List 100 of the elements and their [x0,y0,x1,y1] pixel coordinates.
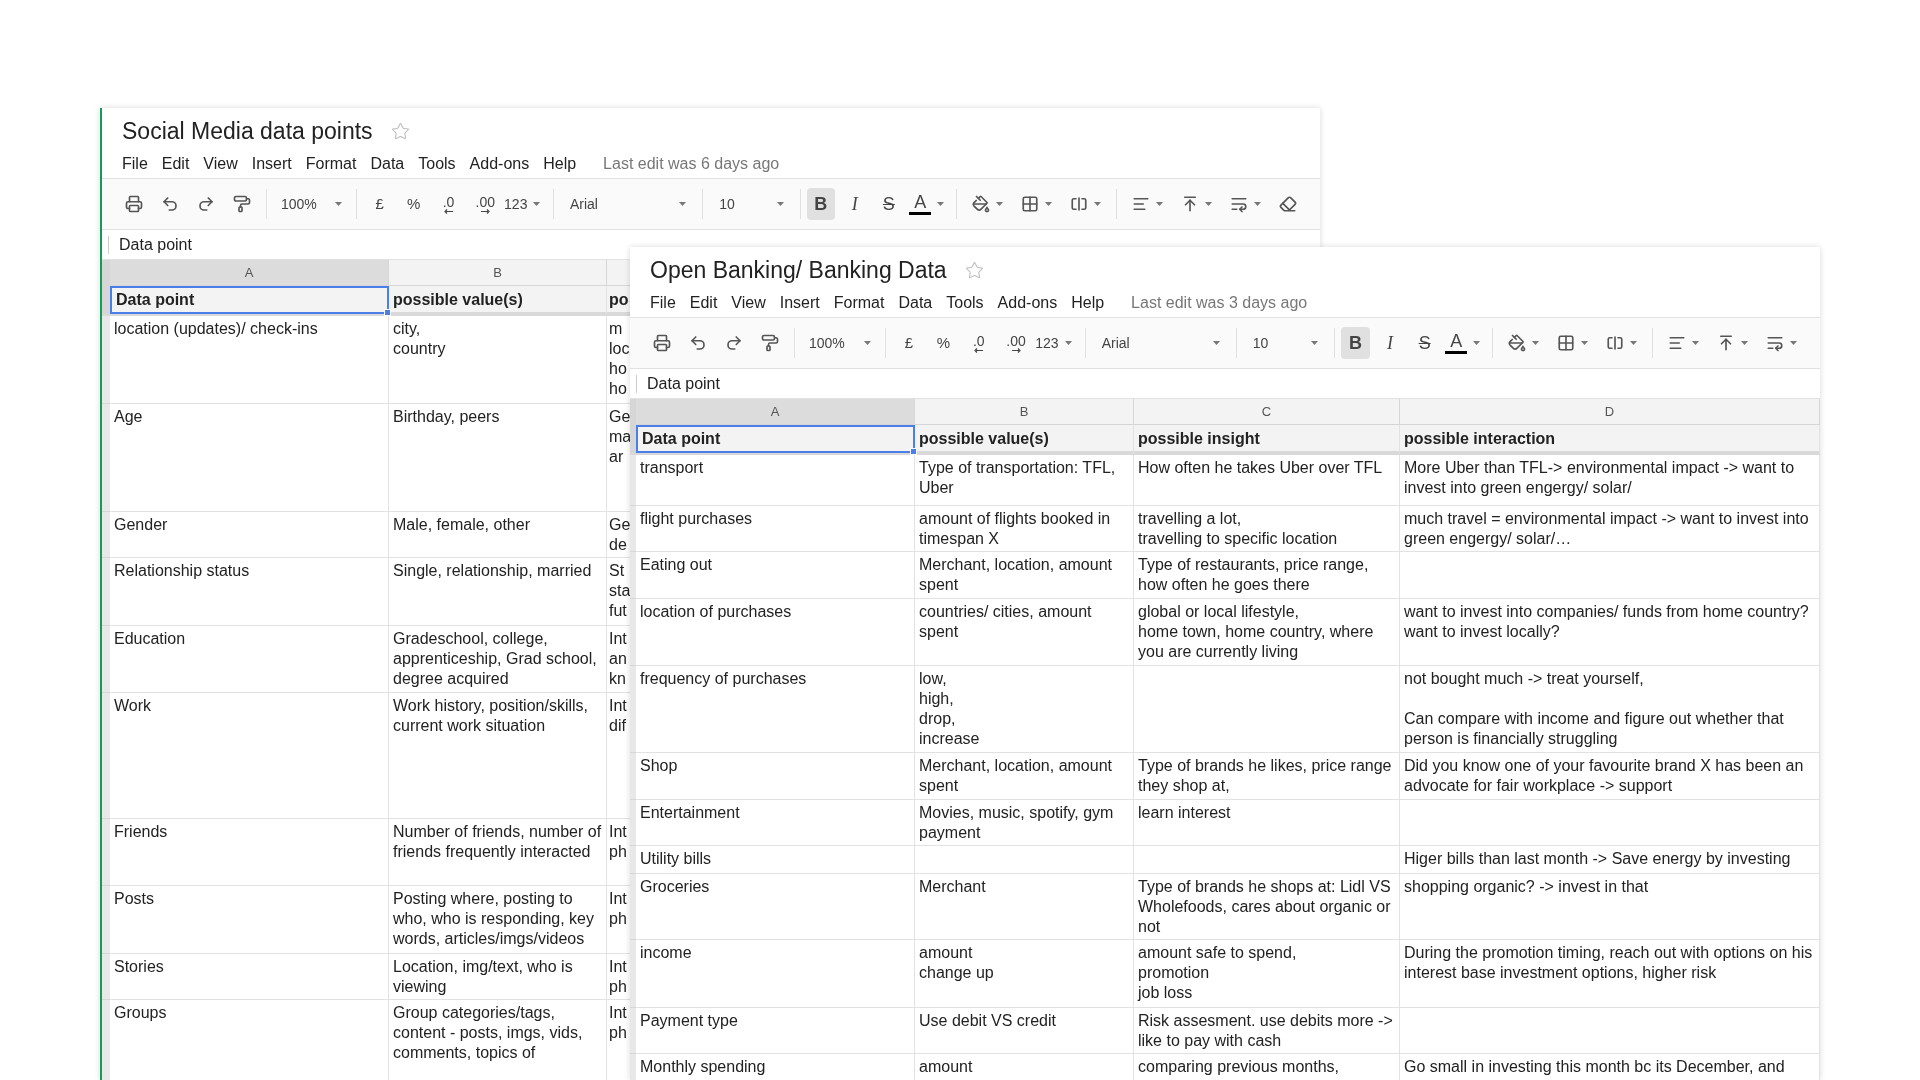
strikethrough-button[interactable]: S [874,188,904,220]
row-header[interactable] [102,286,110,314]
caret-icon [1581,341,1589,345]
number-format-dropdown[interactable]: 123 [504,190,548,218]
italic-button[interactable]: I [1375,327,1405,359]
corner-cell[interactable] [102,260,110,285]
star-icon[interactable] [390,121,410,141]
text-color-button[interactable]: A [903,189,951,219]
currency-button[interactable]: £ [891,329,927,357]
menu-item[interactable]: Tools [939,291,991,315]
star-icon[interactable] [964,260,984,280]
corner-cell[interactable] [630,399,636,424]
row-header[interactable] [102,512,110,558]
menu-item[interactable]: Add-ons [990,291,1065,315]
number-format-dropdown[interactable]: 123 [1035,329,1079,357]
menu-item[interactable]: File [115,152,155,176]
row-header[interactable] [630,425,636,453]
header-cell[interactable]: Data point [636,425,915,453]
percent-button[interactable]: % [396,190,431,218]
caret-icon [1532,341,1540,345]
fill-handle[interactable] [384,309,391,316]
header-cell[interactable]: possible value(s) [389,286,607,314]
table-cell: Work [110,693,389,819]
bold-button[interactable]: B [1341,327,1371,359]
menu-item[interactable]: View [196,152,245,176]
increase-decimals-button[interactable]: .00 [466,190,505,218]
bold-button[interactable]: B [806,188,836,220]
row-header[interactable] [630,506,636,552]
table-cell: location (updates)/ check-ins [110,316,389,404]
row-header[interactable] [102,404,110,512]
percent-button[interactable]: % [926,329,961,357]
menu-item[interactable]: Insert [244,152,299,176]
menu-item[interactable]: Data [891,291,940,315]
table-cell: Group categories/tags, content - posts, imgs, vids, comments, topics of [389,1000,607,1080]
menu-item[interactable]: Format [826,291,892,315]
menu-item[interactable]: Help [1064,291,1112,315]
column-header[interactable]: D [1400,399,1820,424]
row-header[interactable] [102,558,110,626]
zoom-dropdown[interactable]: 100% [800,329,879,357]
row-header[interactable] [102,316,110,404]
row-header[interactable] [630,455,636,506]
row-header[interactable] [630,1008,636,1054]
row-header[interactable] [630,846,636,874]
table-cell: Work history, position/skills, current work situation [389,693,607,819]
header-cell[interactable]: possible interaction [1400,425,1820,453]
font-size-dropdown[interactable]: 10 [1242,329,1329,357]
fill-handle[interactable] [910,448,917,455]
increase-decimals-button[interactable]: .00 [997,329,1036,357]
menu-item[interactable]: Tools [411,152,463,176]
row-header[interactable] [102,954,110,1000]
clear-format-icon [1278,195,1297,213]
table-cell: Type of brands he likes, price range they shop at, [1134,753,1400,800]
header-cell[interactable]: Data point [110,286,389,314]
column-header[interactable]: B [389,260,607,285]
row-header[interactable] [102,1000,110,1080]
column-header[interactable]: B [915,399,1134,424]
italic-button[interactable]: I [840,188,870,220]
menu-item[interactable]: Edit [682,291,725,315]
strikethrough-button[interactable]: S [1410,327,1440,359]
document-title: Social Media data points [122,116,373,146]
table-cell: Risk assesment. use debits more -> like to pay with cash [1134,1008,1400,1054]
header-cell[interactable]: possible insight [1134,425,1400,453]
table-cell: transport [636,455,915,506]
row-header[interactable] [102,693,110,819]
table-cell: low, high, drop, increase [915,666,1134,753]
currency-button[interactable]: £ [362,190,397,218]
menu-item[interactable]: Help [536,152,584,176]
menu-item[interactable]: Format [298,152,364,176]
table-cell: Gender [110,512,389,558]
menu-item[interactable]: View [724,291,773,315]
font-size-dropdown[interactable]: 10 [709,190,794,218]
row-header[interactable] [630,800,636,846]
row-header[interactable] [102,886,110,954]
row-header[interactable] [630,599,636,666]
menu-item[interactable]: File [643,291,683,315]
menu-item[interactable]: Edit [154,152,197,176]
header-cell[interactable]: possible value(s) [915,425,1134,453]
text-color-button[interactable]: A [1439,328,1487,358]
row-header[interactable] [630,666,636,753]
zoom-dropdown[interactable]: 100% [272,190,350,218]
fill-color-icon [1508,334,1527,352]
left-arrow-icon [974,347,984,353]
font-dropdown[interactable]: Arial [559,190,697,218]
row-header[interactable] [630,940,636,1008]
column-header[interactable]: C [1134,399,1400,424]
row-header[interactable] [630,753,636,800]
row-header[interactable] [630,874,636,940]
column-header[interactable]: A [110,260,389,285]
menu-item[interactable]: Data [363,152,412,176]
decrease-decimals-button[interactable]: .0 [430,190,467,218]
column-header[interactable]: A [636,399,915,424]
row-header[interactable] [102,626,110,693]
table-cell: Friends [110,819,389,886]
menu-item[interactable]: Add-ons [462,152,537,176]
font-dropdown[interactable]: Arial [1091,329,1230,357]
caret-icon [334,202,342,206]
row-header[interactable] [630,552,636,599]
row-header[interactable] [102,819,110,886]
menu-item[interactable]: Insert [772,291,827,315]
decrease-decimals-button[interactable]: .0 [960,329,997,357]
